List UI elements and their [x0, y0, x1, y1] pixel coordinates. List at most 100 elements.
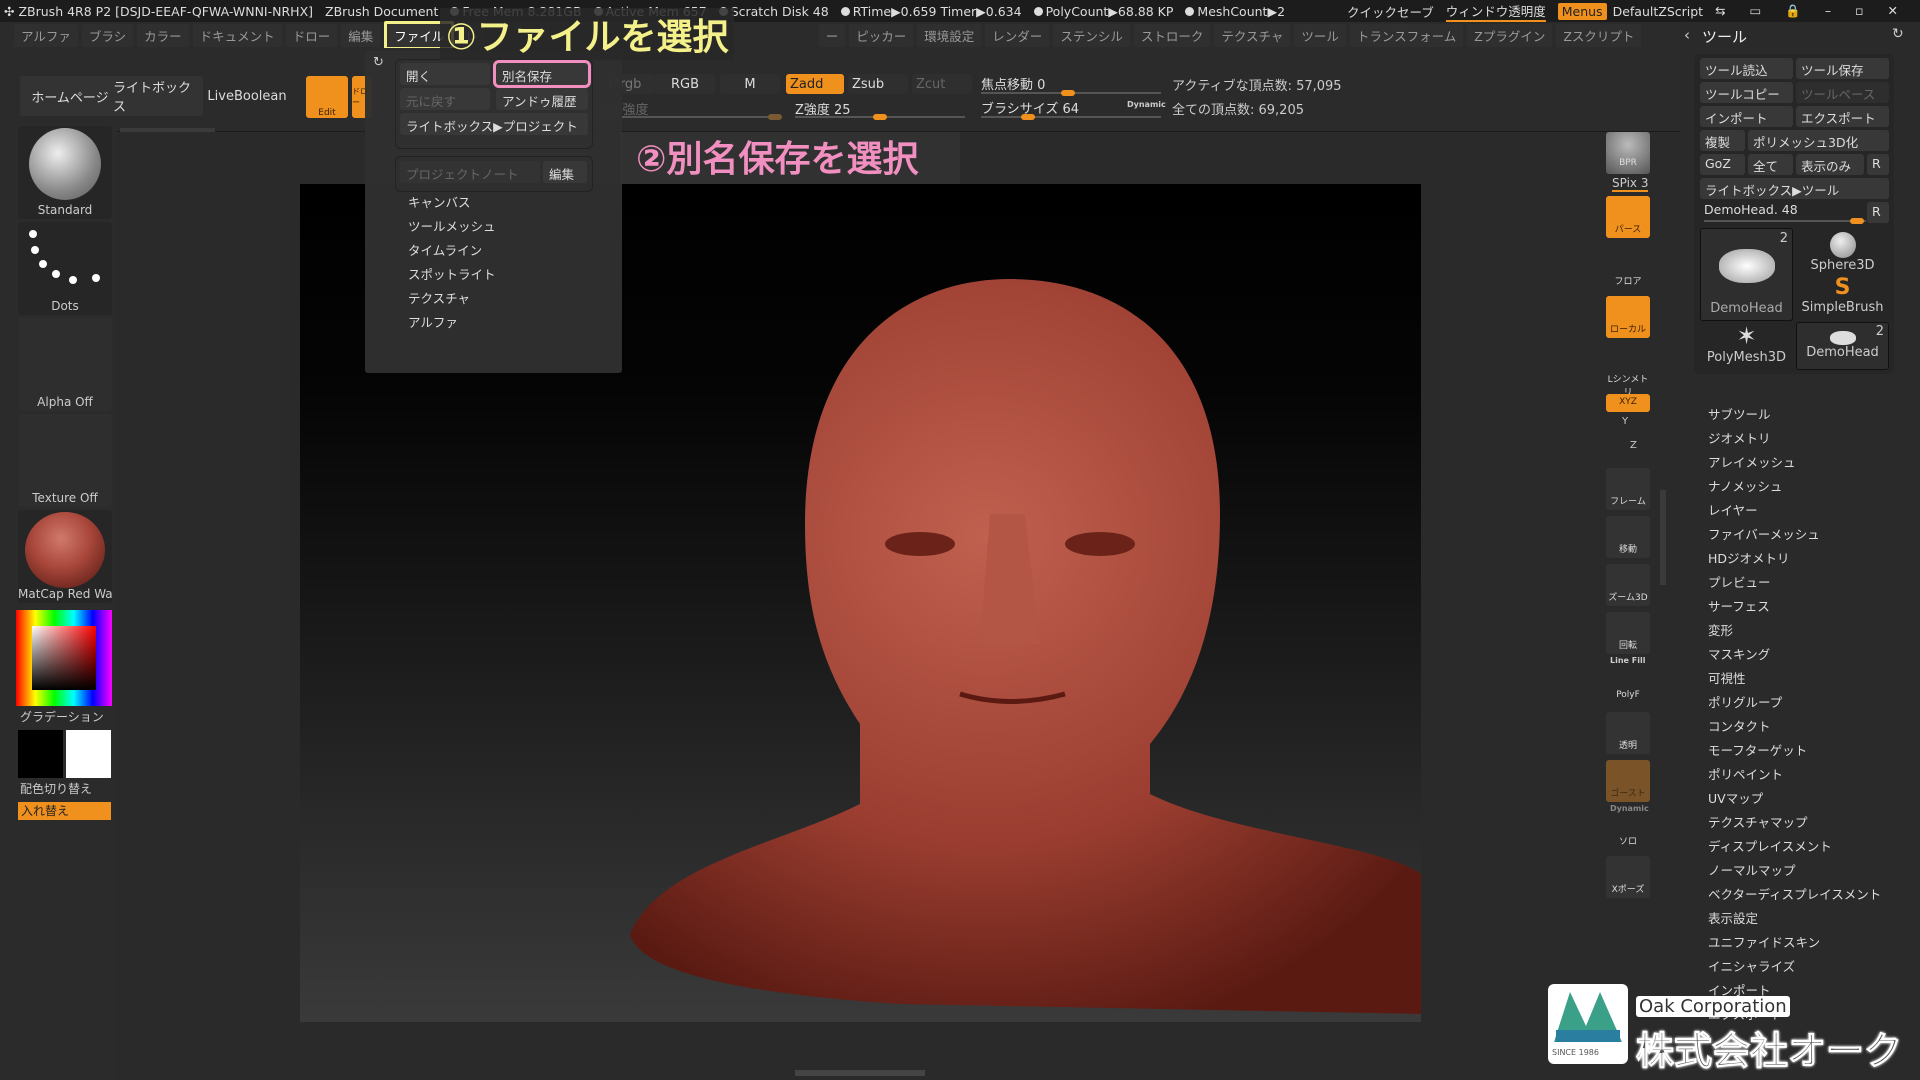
tool-subpalette-item[interactable]: ファイバーメッシュ: [1708, 524, 1820, 543]
tool-subpalette-item[interactable]: プレビュー: [1708, 572, 1771, 591]
menu-draw[interactable]: ドロー: [285, 23, 338, 47]
xpose-button[interactable]: Xポーズ: [1606, 856, 1650, 898]
menu-stencil[interactable]: ステンシル: [1053, 23, 1130, 47]
rotate-button[interactable]: 回転: [1606, 612, 1650, 654]
tool-subpalette-item[interactable]: 表示設定: [1708, 908, 1758, 927]
tool-paste-button[interactable]: ツールペースト: [1796, 82, 1889, 121]
save-as-button[interactable]: 別名保存: [493, 60, 591, 88]
zsub-button[interactable]: Zsub: [848, 74, 908, 94]
tool-thumb-simplebrush[interactable]: S SimpleBrush: [1796, 276, 1889, 322]
tool-slider-r-button[interactable]: R: [1867, 202, 1889, 223]
zcut-button[interactable]: Zcut: [912, 74, 972, 94]
menu-tool[interactable]: ツール: [1294, 23, 1346, 47]
menu-picker[interactable]: ピッカー: [849, 23, 914, 47]
tool-slider[interactable]: [1704, 218, 1866, 224]
note-edit-button[interactable]: 編集: [543, 161, 587, 183]
import-button[interactable]: インポート: [1700, 106, 1793, 127]
focal-shift-slider[interactable]: [981, 90, 1161, 96]
menus-toggle[interactable]: Menus: [1557, 2, 1607, 20]
menu-texture[interactable]: テクスチャ: [1214, 23, 1291, 47]
tool-subpalette-item[interactable]: ディスプレイスメント: [1708, 836, 1832, 855]
tool-subpalette-item[interactable]: テクスチャマップ: [1708, 812, 1808, 831]
lightbox-tools-button[interactable]: ライトボックス▶ツール: [1700, 178, 1889, 199]
menu-zscript[interactable]: Zスクリプト: [1556, 23, 1642, 47]
goz-all-button[interactable]: 全て: [1748, 154, 1793, 175]
open-button[interactable]: 開く: [400, 63, 490, 85]
bottom-shelf-handle[interactable]: [795, 1070, 925, 1076]
tool-subpalette-item[interactable]: 可視性: [1708, 668, 1746, 687]
floor-button[interactable]: フロア: [1606, 248, 1650, 290]
alpha-selector[interactable]: Alpha Off: [18, 318, 112, 411]
shelf-scroll[interactable]: [120, 128, 215, 132]
default-zscript-button[interactable]: DefaultZScript: [1613, 4, 1704, 19]
collapse-arrow-icon[interactable]: ‹: [1684, 26, 1690, 44]
undo-history-button[interactable]: アンドゥ履歴: [496, 88, 588, 110]
secondary-color-swatch[interactable]: [66, 730, 111, 778]
tool-subpalette-item[interactable]: ユニファイドスキン: [1708, 932, 1820, 951]
menu-stroke[interactable]: ストローク: [1133, 23, 1211, 47]
tool-subpalette-item[interactable]: ノーマルマップ: [1708, 860, 1796, 879]
tool-thumb-demohead-2[interactable]: 2 DemoHead: [1796, 322, 1889, 370]
clone-button[interactable]: 複製: [1700, 130, 1745, 151]
refresh-icon[interactable]: ↻: [373, 55, 384, 70]
tool-thumb-polymesh3d[interactable]: ✶ PolyMesh3D: [1700, 322, 1793, 370]
tool-subpalette-item[interactable]: ポリペイント: [1708, 764, 1783, 783]
tool-subpalette-item[interactable]: 変形: [1708, 620, 1733, 639]
m-button[interactable]: M: [720, 74, 780, 94]
solo-button[interactable]: ソロ: [1606, 808, 1650, 850]
rgb-intensity-slider[interactable]: [600, 114, 782, 120]
stroke-selector[interactable]: Dots: [18, 222, 112, 315]
tool-subpalette-item[interactable]: マスキング: [1708, 644, 1770, 663]
frame-button[interactable]: フレーム: [1606, 468, 1650, 510]
menu-marker[interactable]: ー: [818, 23, 846, 47]
right-panel-collapse-handle[interactable]: [1660, 490, 1666, 585]
tool-load-button[interactable]: ツール読込: [1700, 58, 1793, 79]
zadd-button[interactable]: Zadd: [786, 74, 844, 94]
rgb-button[interactable]: RGB: [655, 74, 715, 94]
tool-subpalette-item[interactable]: HDジオメトリ: [1708, 548, 1790, 567]
homepage-button[interactable]: ホームページ: [20, 76, 120, 116]
goz-r-button[interactable]: R: [1867, 154, 1889, 175]
ghost-button[interactable]: ゴースト: [1606, 760, 1650, 802]
tool-save-button[interactable]: ツール保存: [1796, 58, 1889, 79]
color-picker[interactable]: [16, 610, 112, 706]
window-controls-icon[interactable]: ⇆ ▭ 🔒 – ▫ ✕: [1715, 3, 1908, 19]
tool-subpalette-item[interactable]: レイヤー: [1708, 500, 1758, 519]
menu-color[interactable]: カラー: [137, 23, 189, 47]
brush-size-slider[interactable]: [981, 114, 1161, 120]
tool-subpalette-item[interactable]: モーフターゲット: [1708, 740, 1807, 759]
material-selector[interactable]: MatCap Red Wax: [18, 510, 112, 603]
tool-thumb-demohead[interactable]: 2 DemoHead: [1700, 228, 1793, 321]
menu-transform[interactable]: トランスフォーム: [1349, 23, 1464, 47]
lightbox-button[interactable]: ライトボックス: [113, 76, 203, 116]
tool-subpalette-item[interactable]: ベクターディスプレイスメント: [1708, 884, 1881, 903]
tool-copy-button[interactable]: ツールコピー: [1700, 82, 1793, 103]
perspective-button[interactable]: パース: [1606, 196, 1650, 238]
file-submenu-alpha[interactable]: アルファ: [408, 312, 458, 331]
tool-subpalette-item[interactable]: コンタクト: [1708, 716, 1771, 735]
menu-alpha[interactable]: アルファ: [14, 23, 78, 47]
rotate-z-button[interactable]: Z: [1630, 440, 1637, 451]
tool-subpalette-item[interactable]: ナノメッシュ: [1708, 476, 1782, 495]
export-button[interactable]: エクスポート: [1796, 106, 1889, 127]
lsym-button[interactable]: Lシンメトリ: [1606, 346, 1650, 398]
file-submenu-timeline[interactable]: タイムライン: [408, 240, 482, 259]
edit-button[interactable]: Edit: [306, 76, 348, 118]
primary-color-swatch[interactable]: [18, 730, 63, 778]
move-button[interactable]: 移動: [1606, 516, 1650, 558]
reset-icon[interactable]: ↻: [1892, 26, 1904, 42]
visible-only-button[interactable]: 表示のみ: [1796, 154, 1864, 175]
polyf-button[interactable]: PolyF: [1606, 664, 1650, 706]
file-submenu-texture[interactable]: テクスチャ: [408, 288, 470, 307]
lightbox-project-button[interactable]: ライトボックス▶プロジェクト: [400, 113, 588, 135]
rotate-y-button[interactable]: Y: [1622, 416, 1628, 427]
tool-subpalette-item[interactable]: アレイメッシュ: [1708, 452, 1796, 471]
swap-color-button[interactable]: 入れ替え: [18, 802, 111, 820]
color-square[interactable]: [32, 626, 96, 690]
menu-render[interactable]: レンダー: [985, 23, 1050, 47]
revert-button[interactable]: 元に戻す: [400, 88, 490, 110]
window-transparency-slider[interactable]: ウィンドウ透明度: [1445, 1, 1546, 22]
menu-zplugin[interactable]: Zプラグイン: [1467, 23, 1553, 47]
spix-slider[interactable]: SPix 3: [1612, 176, 1649, 192]
liveboolean-button[interactable]: LiveBoolean: [207, 76, 287, 116]
